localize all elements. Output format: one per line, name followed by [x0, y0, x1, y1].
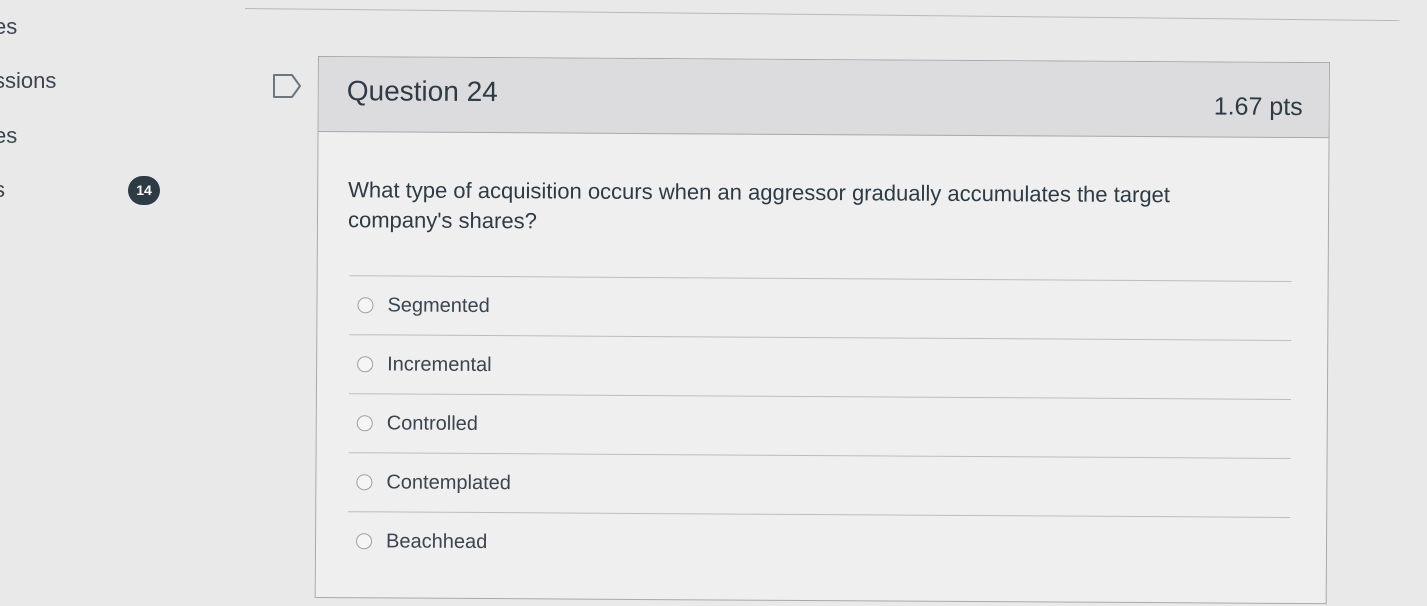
answer-label: Controlled: [386, 411, 478, 435]
answer-label: Segmented: [387, 293, 490, 317]
question-title: Question 24: [346, 75, 498, 108]
answer-label: Beachhead: [385, 529, 488, 553]
radio-button[interactable]: [356, 474, 373, 491]
answer-list: Segmented Incremental Controlled Contemp…: [347, 275, 1292, 576]
radio-button[interactable]: [356, 415, 373, 432]
course-nav: es ssions es s: [0, 0, 120, 606]
question-text: What type of acquisition occurs when an …: [347, 177, 1171, 234]
nav-item-2[interactable]: ssions: [0, 68, 56, 94]
answer-option-controlled[interactable]: Controlled: [348, 393, 1291, 458]
answer-option-incremental[interactable]: Incremental: [348, 334, 1292, 399]
question-header: Question 24 1.67 pts: [318, 57, 1329, 139]
question-card: Question 24 1.67 pts What type of acquis…: [314, 56, 1330, 605]
radio-button[interactable]: [357, 297, 374, 314]
answer-label: Incremental: [387, 352, 492, 376]
radio-button[interactable]: [357, 356, 374, 373]
answer-label: Contemplated: [386, 470, 511, 494]
nav-item-3[interactable]: es: [0, 123, 17, 149]
nav-item-1[interactable]: es: [0, 14, 17, 40]
answer-option-contemplated[interactable]: Contemplated: [348, 452, 1291, 517]
unread-count-badge: 14: [128, 176, 160, 205]
flag-outline-icon[interactable]: [272, 72, 302, 100]
answer-option-beachhead[interactable]: Beachhead: [347, 511, 1291, 576]
radio-button[interactable]: [355, 533, 373, 550]
question-points: 1.67 pts: [1213, 92, 1303, 122]
answer-option-segmented[interactable]: Segmented: [349, 275, 1292, 340]
top-divider: [244, 8, 1400, 22]
nav-item-4[interactable]: s: [0, 177, 5, 203]
